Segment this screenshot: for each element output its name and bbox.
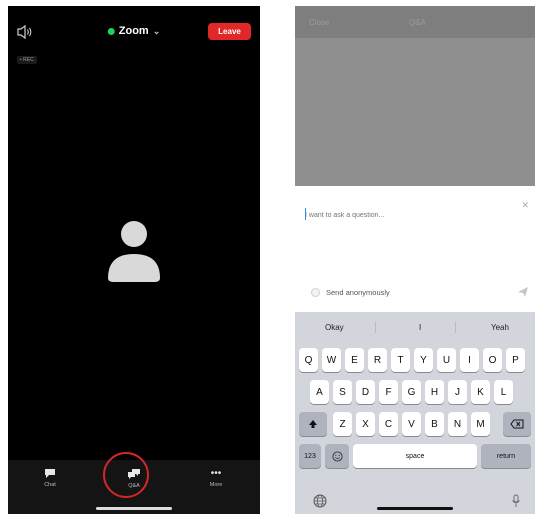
key[interactable]: O bbox=[483, 348, 502, 372]
qa-header: Close Q&A bbox=[295, 6, 535, 38]
keyboard: Okay I Yeah Q W E R T Y U I O P A S D F … bbox=[295, 312, 535, 514]
chevron-down-icon: ⌄ bbox=[152, 25, 161, 36]
encryption-shield-icon bbox=[107, 27, 115, 35]
key[interactable]: G bbox=[402, 380, 421, 404]
qa-highlight-circle bbox=[103, 452, 149, 498]
key[interactable]: P bbox=[506, 348, 525, 372]
key[interactable]: Q bbox=[299, 348, 318, 372]
shift-key[interactable] bbox=[299, 412, 327, 436]
emoji-key[interactable] bbox=[325, 444, 349, 468]
toolbar-chat-button[interactable]: Chat bbox=[30, 468, 70, 488]
home-indicator bbox=[377, 507, 453, 510]
key[interactable]: H bbox=[425, 380, 444, 404]
more-dots-icon: ••• bbox=[210, 468, 222, 479]
toolbar-more-label: More bbox=[209, 482, 223, 488]
meeting-top-bar: Zoom ⌄ Leave bbox=[8, 20, 260, 46]
key[interactable]: N bbox=[448, 412, 467, 436]
key[interactable]: I bbox=[460, 348, 479, 372]
key[interactable]: A bbox=[310, 380, 329, 404]
speaker-icon[interactable] bbox=[16, 24, 34, 40]
toolbar-more-button[interactable]: ••• More bbox=[196, 468, 236, 488]
qa-compose-screen: Close Q&A ✕ Send anonymously Okay I Yeah… bbox=[295, 6, 535, 514]
key[interactable]: L bbox=[494, 380, 513, 404]
send-anonymously-option[interactable]: Send anonymously bbox=[311, 288, 390, 297]
key[interactable]: X bbox=[356, 412, 375, 436]
prediction-divider bbox=[375, 322, 376, 333]
qa-title: Q&A bbox=[409, 18, 426, 27]
question-sheet: ✕ Send anonymously bbox=[295, 186, 535, 306]
key[interactable]: C bbox=[379, 412, 398, 436]
send-anonymously-label: Send anonymously bbox=[326, 288, 390, 297]
meeting-title-text: Zoom bbox=[118, 25, 149, 37]
chat-bubble-icon bbox=[45, 469, 55, 478]
key[interactable]: E bbox=[345, 348, 364, 372]
key[interactable]: U bbox=[437, 348, 456, 372]
return-key[interactable]: return bbox=[481, 444, 531, 468]
key[interactable]: K bbox=[471, 380, 490, 404]
key[interactable]: V bbox=[402, 412, 421, 436]
space-key[interactable]: space bbox=[353, 444, 477, 468]
key[interactable]: M bbox=[471, 412, 490, 436]
key[interactable]: W bbox=[322, 348, 341, 372]
prediction-item[interactable]: I bbox=[419, 323, 421, 332]
key[interactable]: J bbox=[448, 380, 467, 404]
participant-avatar-icon bbox=[108, 221, 160, 282]
numbers-key[interactable]: 123 bbox=[299, 444, 321, 468]
key[interactable]: D bbox=[356, 380, 375, 404]
key[interactable]: F bbox=[379, 380, 398, 404]
key[interactable]: T bbox=[391, 348, 410, 372]
home-indicator bbox=[96, 507, 172, 510]
key[interactable]: Y bbox=[414, 348, 433, 372]
prediction-item[interactable]: Yeah bbox=[491, 323, 509, 332]
emoji-icon bbox=[331, 450, 343, 462]
meeting-title[interactable]: Zoom ⌄ bbox=[107, 25, 161, 37]
close-icon[interactable]: ✕ bbox=[521, 200, 529, 211]
shift-arrow-icon bbox=[309, 420, 317, 428]
recording-badge: • REC bbox=[17, 56, 37, 64]
send-icon[interactable] bbox=[517, 286, 529, 298]
question-input[interactable] bbox=[305, 208, 495, 222]
anonymous-checkbox[interactable] bbox=[311, 288, 320, 297]
key[interactable]: Z bbox=[333, 412, 352, 436]
prediction-divider bbox=[455, 322, 456, 333]
key[interactable]: S bbox=[333, 380, 352, 404]
key[interactable]: R bbox=[368, 348, 387, 372]
predictive-bar: Okay I Yeah bbox=[295, 320, 535, 336]
toolbar-chat-label: Chat bbox=[44, 482, 56, 488]
backspace-icon bbox=[510, 419, 524, 429]
leave-button[interactable]: Leave bbox=[208, 23, 251, 40]
key[interactable]: B bbox=[425, 412, 444, 436]
globe-icon[interactable] bbox=[313, 494, 327, 508]
zoom-meeting-screen: Zoom ⌄ Leave • REC Chat Q&A ••• More bbox=[8, 6, 260, 514]
dimmed-background: Close Q&A bbox=[295, 6, 535, 186]
microphone-icon[interactable] bbox=[511, 494, 521, 508]
close-button[interactable]: Close bbox=[309, 18, 329, 27]
prediction-item[interactable]: Okay bbox=[325, 323, 344, 332]
backspace-key[interactable] bbox=[503, 412, 531, 436]
